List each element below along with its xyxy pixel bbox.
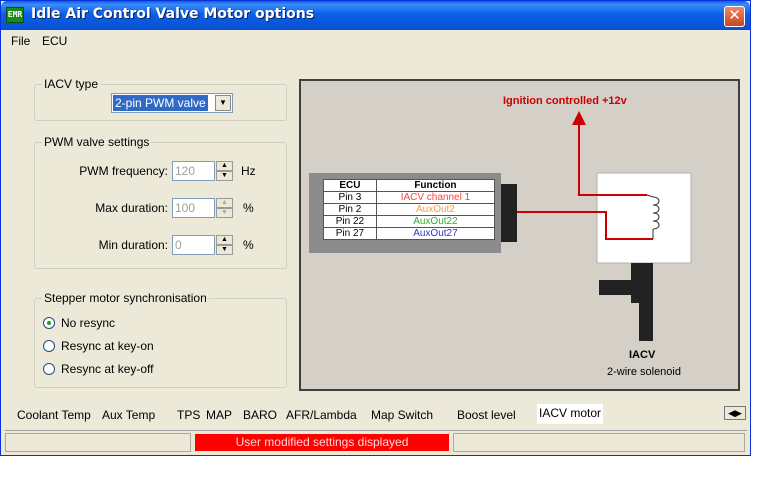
tab-map[interactable]: MAP [204, 406, 235, 424]
stepper-sync-title: Stepper motor synchronisation [42, 291, 209, 305]
tab-afr-lambda[interactable]: AFR/Lambda [284, 406, 359, 424]
ecu-pin-table: ECU Function Pin 3 IACV channel 1 Pin 2 … [323, 179, 496, 240]
status-message: User modified settings displayed [195, 434, 449, 451]
max-duration-label: Max duration: [95, 201, 168, 215]
spin-up-icon[interactable]: ▲ [216, 235, 233, 245]
pwm-frequency-spinner[interactable]: ▲ ▼ [216, 161, 233, 181]
min-duration-unit: % [243, 238, 254, 252]
min-duration-input[interactable]: 0 [172, 235, 215, 255]
spin-up-icon[interactable]: ▲ [216, 161, 233, 171]
table-row: Pin 2 AuxOut2 [323, 203, 496, 216]
radio-unchecked-icon[interactable] [43, 340, 55, 352]
min-duration-label: Min duration: [98, 238, 168, 252]
table-row: Pin 27 AuxOut27 [323, 227, 496, 240]
tab-scroll-arrows-icon[interactable]: ◀▶ [724, 406, 746, 420]
pin-cell: Pin 27 [323, 227, 377, 240]
ignition-label: Ignition controlled +12v [503, 95, 627, 107]
solenoid-inlet [599, 280, 633, 295]
pwm-frequency-unit: Hz [241, 164, 256, 178]
app-logo-icon: EMR [6, 7, 24, 23]
solenoid-outlet [639, 303, 653, 341]
status-bar: User modified settings displayed [5, 430, 747, 453]
radio-unchecked-icon[interactable] [43, 363, 55, 375]
iacv-type-group: IACV type 2-pin PWM valve ▼ [34, 77, 287, 121]
pin-cell: Pin 3 [323, 191, 377, 204]
close-icon: ✕ [728, 7, 741, 24]
pin-cell: Pin 2 [323, 203, 377, 216]
min-duration-spinner[interactable]: ▲ ▼ [216, 235, 233, 255]
radio-label: Resync at key-on [61, 339, 154, 353]
tab-coolant-temp[interactable]: Coolant Temp [15, 406, 93, 424]
pwm-frequency-label: PWM frequency: [79, 164, 168, 178]
tab-tps[interactable]: TPS [175, 406, 203, 424]
device-subtitle: 2-wire solenoid [607, 366, 681, 378]
max-duration-spinner[interactable]: ▲ ▼ [216, 198, 233, 218]
app-window: EMR Idle Air Control Valve Motor options… [0, 0, 751, 456]
device-title: IACV [629, 349, 656, 361]
max-duration-input[interactable]: 100 [172, 198, 215, 218]
spin-down-icon[interactable]: ▼ [216, 245, 233, 255]
table-header: Function [375, 179, 496, 192]
spin-down-icon[interactable]: ▼ [216, 208, 233, 218]
iacv-type-select[interactable]: 2-pin PWM valve ▼ [111, 93, 233, 113]
spin-up-icon[interactable]: ▲ [216, 198, 233, 208]
max-duration-unit: % [243, 201, 254, 215]
spin-down-icon[interactable]: ▼ [216, 171, 233, 181]
function-cell: IACV channel 1 [375, 191, 496, 204]
pwm-frequency-input[interactable]: 120 [172, 161, 215, 181]
tab-iacv-motor[interactable]: IACV motor [537, 404, 604, 424]
function-cell: AuxOut2 [375, 203, 496, 216]
tab-aux-temp[interactable]: Aux Temp [100, 406, 158, 424]
arrow-up-icon [572, 111, 586, 125]
solenoid-stem [631, 263, 653, 303]
table-header: ECU [323, 179, 377, 192]
close-button[interactable]: ✕ [724, 6, 745, 27]
menu-bar: File ECU [1, 31, 750, 51]
pwm-settings-group: PWM valve settings PWM frequency: 120 ▲ … [34, 135, 287, 269]
stepper-sync-group: Stepper motor synchronisation No resync … [34, 291, 287, 388]
menu-file[interactable]: File [11, 34, 30, 48]
iacv-type-selected: 2-pin PWM valve [113, 95, 208, 111]
table-row: Pin 3 IACV channel 1 [323, 191, 496, 204]
menu-ecu[interactable]: ECU [42, 34, 67, 48]
status-cell [453, 433, 745, 452]
ecu-connector [501, 184, 517, 242]
chevron-down-icon[interactable]: ▼ [215, 95, 231, 111]
pwm-settings-title: PWM valve settings [42, 135, 152, 149]
wiring-diagram: Ignition controlled +12v ECU Function Pi… [299, 79, 740, 391]
status-cell [5, 433, 191, 452]
table-row: Pin 22 AuxOut22 [323, 215, 496, 228]
function-cell: AuxOut22 [375, 215, 496, 228]
tab-map-switch[interactable]: Map Switch [369, 406, 436, 424]
pin-cell: Pin 22 [323, 215, 377, 228]
table-header-row: ECU Function [323, 179, 496, 192]
title-bar[interactable]: EMR Idle Air Control Valve Motor options… [1, 1, 750, 30]
radio-label: Resync at key-off [61, 362, 154, 376]
radio-checked-icon[interactable] [43, 317, 55, 329]
tab-boost-level[interactable]: Boost level [455, 406, 518, 424]
radio-label: No resync [61, 316, 116, 330]
function-cell: AuxOut27 [375, 227, 496, 240]
solenoid-body [596, 172, 692, 264]
tab-baro[interactable]: BARO [241, 406, 280, 424]
tab-strip: Coolant Temp Aux Temp TPS MAP BARO AFR/L… [9, 404, 749, 425]
iacv-type-title: IACV type [42, 77, 101, 91]
window-title: Idle Air Control Valve Motor options [31, 6, 315, 22]
